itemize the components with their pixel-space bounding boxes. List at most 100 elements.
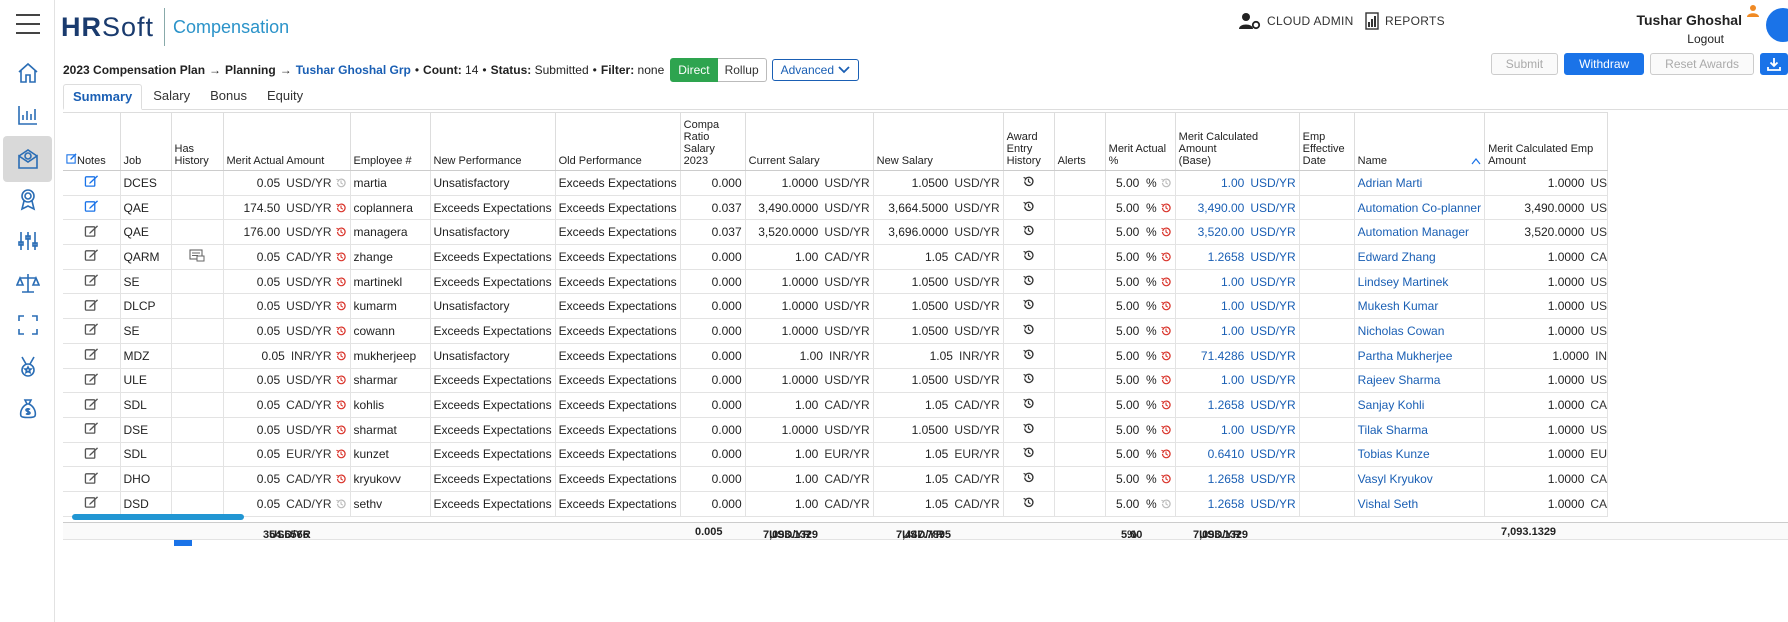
new-performance-cell[interactable]: Exceeds Expectations (430, 244, 556, 270)
new-performance-cell[interactable]: Exceeds Expectations (430, 442, 556, 468)
award-entry-history-cell[interactable] (1003, 170, 1055, 196)
history-clock-icon[interactable] (1160, 226, 1172, 238)
notes-cell[interactable] (63, 318, 121, 344)
award-entry-history-cell[interactable] (1003, 417, 1055, 443)
history-clock-icon[interactable] (1160, 399, 1172, 411)
award-entry-history-cell[interactable] (1003, 343, 1055, 369)
tab-summary[interactable]: Summary (63, 84, 143, 110)
note-edit-icon[interactable] (84, 471, 99, 485)
tab-salary[interactable]: Salary (144, 84, 199, 109)
merit-actual-amount-cell[interactable]: 0.05 USD/YR (223, 318, 351, 344)
note-edit-icon[interactable] (84, 174, 99, 188)
breadcrumb-group[interactable]: Tushar Ghoshal Grp (296, 63, 411, 77)
notes-cell[interactable] (63, 392, 121, 418)
notes-cell[interactable] (63, 244, 121, 270)
award-history-icon[interactable] (1022, 274, 1035, 287)
reports-link[interactable]: REPORTS (1365, 12, 1445, 30)
merit-actual-pct-cell[interactable]: 5.00 % (1105, 368, 1176, 394)
merit-actual-pct-cell[interactable]: 5.00 % (1105, 491, 1176, 517)
logout-link[interactable]: Logout (1687, 32, 1724, 46)
table-row[interactable]: QAE 174.50 USD/YR coplannera Exceeds Expecta… (63, 195, 1609, 221)
merit-actual-pct-cell[interactable]: 5.00 % (1105, 466, 1176, 492)
history-clock-icon[interactable] (335, 424, 347, 436)
new-performance-cell[interactable]: Unsatisfactory (430, 170, 556, 196)
employee-name-link[interactable]: Lindsey Martinek (1354, 269, 1486, 295)
col-notes[interactable]: Notes (63, 112, 121, 171)
merit-actual-amount-cell[interactable]: 0.05 USD/YR (223, 170, 351, 196)
merit-actual-pct-cell[interactable]: 5.00 % (1105, 343, 1176, 369)
download-button[interactable] (1760, 53, 1788, 75)
table-row[interactable]: QARM 0.05 CAD/YR zhange Exceeds Expectations… (63, 244, 1609, 270)
col-new-salary[interactable]: New Salary (873, 112, 1004, 171)
award-entry-history-cell[interactable] (1003, 318, 1055, 344)
employee-name-link[interactable]: Mukesh Kumar (1354, 293, 1486, 320)
note-edit-icon[interactable] (84, 495, 99, 509)
employee-name-link[interactable]: Vasyl Kryukov (1354, 466, 1486, 492)
history-clock-icon[interactable] (335, 399, 347, 411)
merit-actual-pct-cell[interactable]: 5.00 % (1105, 442, 1176, 468)
employee-name-link[interactable]: Edward Zhang (1354, 244, 1486, 270)
award-entry-history-cell[interactable] (1003, 293, 1055, 320)
history-clock-icon[interactable] (335, 374, 347, 386)
merit-calculated-base-cell[interactable]: 1.2658 USD/YR (1175, 392, 1300, 418)
history-clock-icon[interactable] (1160, 300, 1172, 312)
merit-calculated-base-cell[interactable]: 1.2658 USD/YR (1175, 466, 1300, 492)
col-merit-actual-pct[interactable]: Merit Actual% (1105, 112, 1176, 171)
table-row[interactable]: DHO 0.05 CAD/YR kryukovv Exceeds Expectation… (63, 466, 1609, 492)
current-page-indicator[interactable] (174, 540, 192, 546)
table-row[interactable]: DCES 0.05 USD/YR martia Unsatisfactory Exceed… (63, 170, 1609, 196)
merit-actual-pct-cell[interactable]: 5.00 % (1105, 417, 1176, 443)
history-clock-icon[interactable] (1160, 251, 1172, 263)
hrsoft-logo[interactable]: HR Soft Compensation (61, 6, 289, 48)
breadcrumb-plan[interactable]: 2023 Compensation Plan (63, 63, 205, 77)
note-edit-icon[interactable] (84, 298, 99, 312)
history-clock-icon[interactable] (335, 300, 347, 312)
employee-name-link[interactable]: Adrian Marti (1354, 170, 1486, 196)
breadcrumb-planning[interactable]: Planning (225, 63, 276, 77)
col-name[interactable]: Name (1354, 112, 1486, 171)
horizontal-scrollbar[interactable] (72, 514, 244, 520)
award-entry-history-cell[interactable] (1003, 244, 1055, 270)
merit-calculated-base-cell[interactable]: 1.00 USD/YR (1175, 293, 1300, 320)
merit-actual-amount-cell[interactable]: 0.05 CAD/YR (223, 491, 351, 517)
new-performance-cell[interactable]: Exceeds Expectations (430, 491, 556, 517)
notes-cell[interactable] (63, 170, 121, 196)
table-row[interactable]: SDL 0.05 EUR/YR kunzet Exceeds Expectations E… (63, 442, 1609, 468)
has-history-cell[interactable] (171, 244, 224, 270)
history-clock-icon[interactable] (335, 325, 347, 337)
notes-cell[interactable] (63, 466, 121, 492)
new-performance-cell[interactable]: Unsatisfactory (430, 293, 556, 320)
merit-actual-amount-cell[interactable]: 0.05 INR/YR (223, 343, 351, 369)
history-clock-icon[interactable] (335, 177, 347, 189)
user-name[interactable]: Tushar Ghoshal (1636, 12, 1742, 28)
notes-cell[interactable] (63, 343, 121, 369)
merit-calculated-base-cell[interactable]: 1.2658 USD/YR (1175, 244, 1300, 270)
table-row[interactable]: SE 0.05 USD/YR martinekl Exceeds Expectation… (63, 269, 1609, 295)
cloud-admin-link[interactable]: CLOUD ADMIN (1239, 12, 1354, 30)
history-clock-icon[interactable] (335, 498, 347, 510)
note-edit-icon[interactable] (84, 397, 99, 411)
col-old-performance[interactable]: Old Performance (555, 112, 681, 171)
merit-actual-amount-cell[interactable]: 0.05 USD/YR (223, 417, 351, 443)
sort-ascending-icon[interactable] (1471, 158, 1481, 165)
col-has-history[interactable]: Has History (171, 112, 224, 171)
analytics-chart-icon[interactable] (0, 92, 55, 138)
employee-name-link[interactable]: Sanjay Kohli (1354, 392, 1486, 418)
history-log-icon[interactable] (189, 249, 205, 262)
rollup-toggle-button[interactable]: Rollup (717, 58, 767, 82)
history-clock-icon[interactable] (1160, 177, 1172, 189)
history-clock-icon[interactable] (1160, 350, 1172, 362)
table-row[interactable]: DLCP 0.05 USD/YR kumarm Unsatisfactory Exceed… (63, 293, 1609, 320)
merit-actual-pct-cell[interactable]: 5.00 % (1105, 219, 1176, 246)
history-clock-icon[interactable] (1160, 448, 1172, 460)
award-history-icon[interactable] (1022, 200, 1035, 213)
new-performance-cell[interactable]: Exceeds Expectations (430, 269, 556, 295)
merit-actual-amount-cell[interactable]: 0.05 CAD/YR (223, 244, 351, 270)
col-current-salary[interactable]: Current Salary (745, 112, 874, 171)
new-performance-cell[interactable]: Exceeds Expectations (430, 392, 556, 418)
table-row[interactable]: MDZ 0.05 INR/YR mukherjeep Unsatisfactory Exc… (63, 343, 1609, 369)
merit-actual-pct-cell[interactable]: 5.00 % (1105, 244, 1176, 270)
sliders-icon[interactable] (0, 218, 55, 264)
merit-actual-pct-cell[interactable]: 5.00 % (1105, 293, 1176, 320)
merit-actual-pct-cell[interactable]: 5.00 % (1105, 195, 1176, 221)
